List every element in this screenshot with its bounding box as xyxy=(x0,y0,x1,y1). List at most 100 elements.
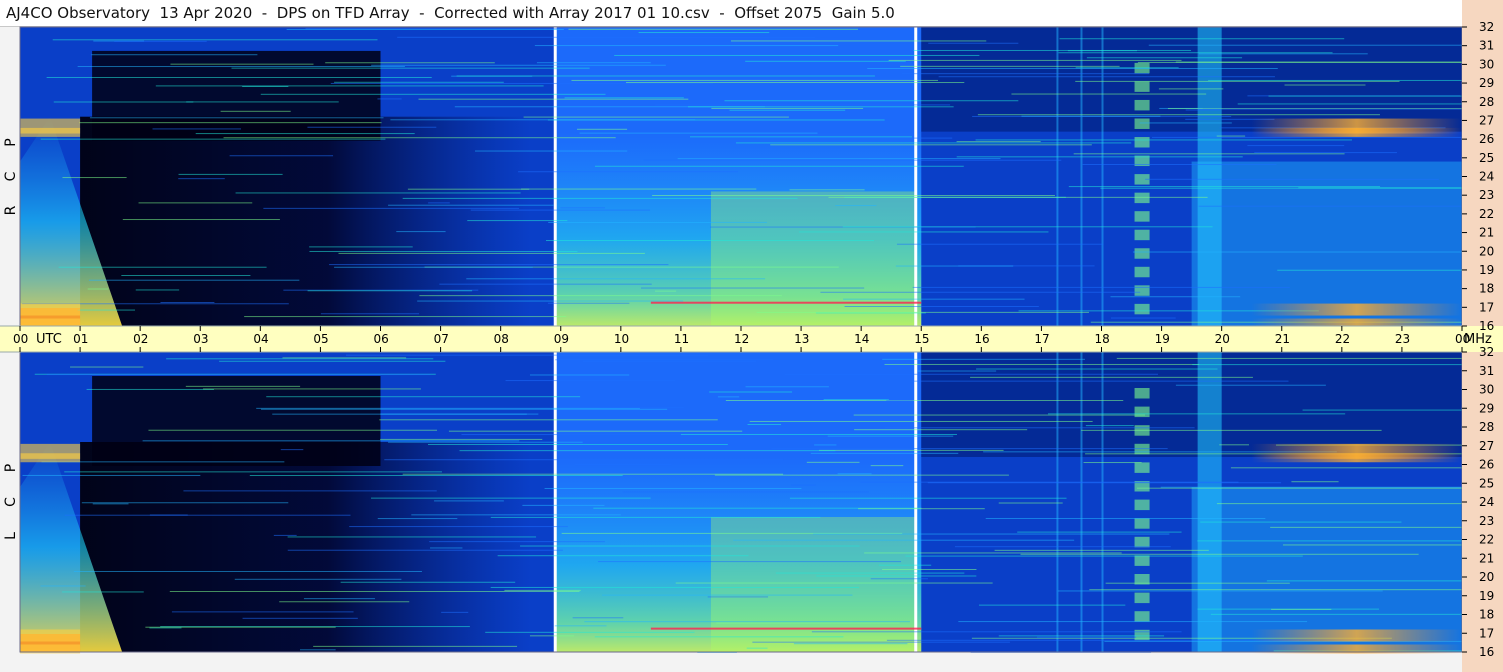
channel-label-letter: L xyxy=(3,532,19,540)
hot-band xyxy=(1251,127,1462,137)
interference-streak xyxy=(320,313,420,315)
dotted-column xyxy=(1134,248,1150,259)
dotted-column xyxy=(1134,518,1150,529)
spectrogram-chart: 00 01 02 03 04 05 06 07 08 09 10 11 12 13 14 15 16 17 18 19… xyxy=(0,20,1503,672)
interference-streak xyxy=(912,286,1290,288)
interference-streak xyxy=(1020,553,1419,555)
dotted-column xyxy=(1134,303,1150,315)
hot-band-left xyxy=(20,303,81,316)
interference-streak xyxy=(86,388,214,390)
channel-label-letter: P xyxy=(3,138,19,146)
interference-streak xyxy=(927,482,1282,484)
interference-streak xyxy=(62,591,144,593)
interference-streak xyxy=(1148,44,1462,46)
interference-streak xyxy=(114,40,207,42)
interference-streak xyxy=(1105,582,1290,584)
interference-streak xyxy=(40,585,86,587)
interference-streak xyxy=(1047,413,1346,415)
freq-tick-label: 18 xyxy=(1479,282,1494,296)
time-tick-label: 10 xyxy=(614,332,629,346)
interference-streak xyxy=(287,536,537,538)
interference-streak xyxy=(522,504,605,506)
interference-streak xyxy=(402,473,784,475)
interference-streak xyxy=(518,171,738,173)
calibration-line xyxy=(914,352,918,652)
channel-label-letter: C xyxy=(3,171,19,181)
channel-label-letter: P xyxy=(3,464,19,472)
interference-streak xyxy=(622,491,869,493)
interference-streak xyxy=(1021,115,1161,117)
time-tick-label: 02 xyxy=(133,332,148,346)
interference-streak xyxy=(1139,122,1232,124)
interference-streak xyxy=(384,459,784,461)
interference-streak xyxy=(680,433,957,435)
time-tick-label: 04 xyxy=(253,332,268,346)
interference-streak xyxy=(334,266,533,268)
interference-streak xyxy=(183,490,437,492)
freq-tick-label: 16 xyxy=(1479,319,1494,333)
freq-tick-label: 19 xyxy=(1479,263,1494,277)
interference-streak xyxy=(1089,589,1462,591)
interference-streak xyxy=(547,302,630,304)
hot-band-left xyxy=(20,453,81,463)
interference-streak xyxy=(900,65,1120,67)
freq-tick-label: 31 xyxy=(1479,364,1494,378)
hot-band-left xyxy=(20,629,81,642)
dotted-column xyxy=(1134,137,1150,148)
freq-tick-label: 27 xyxy=(1479,113,1494,127)
spectrogram-panel-rcp xyxy=(19,26,1463,328)
interference-streak xyxy=(1185,109,1221,111)
interference-streak xyxy=(1192,364,1462,366)
freq-tick-label: 25 xyxy=(1479,476,1494,490)
time-tick-label: 20 xyxy=(1215,332,1230,346)
interference-streak xyxy=(729,109,846,111)
interference-streak xyxy=(1145,178,1439,180)
interference-streak xyxy=(1083,462,1142,464)
interference-streak xyxy=(844,306,1039,308)
interference-streak xyxy=(928,42,1019,44)
interference-streak xyxy=(867,68,1278,70)
freq-tick-label: 32 xyxy=(1479,345,1494,359)
interference-streak xyxy=(1271,608,1332,610)
interference-streak xyxy=(377,98,402,100)
time-tick-label: 22 xyxy=(1335,332,1350,346)
interference-streak xyxy=(555,359,774,361)
interference-streak xyxy=(978,604,1126,606)
interference-streak xyxy=(1284,84,1366,86)
interference-streak xyxy=(1068,186,1381,188)
time-tick-label: 21 xyxy=(1275,332,1290,346)
spectrogram-panel-lcp xyxy=(19,351,1463,654)
interference-streak xyxy=(1075,80,1400,82)
interference-streak xyxy=(1111,317,1176,319)
interference-streak xyxy=(490,516,821,518)
interference-streak xyxy=(733,539,1075,541)
dotted-column xyxy=(1134,555,1150,566)
interference-streak xyxy=(775,572,965,574)
interference-streak xyxy=(756,137,953,139)
interference-streak xyxy=(169,591,580,593)
freq-tick-label: 25 xyxy=(1479,151,1494,165)
time-tick-label: 06 xyxy=(374,332,389,346)
interference-streak xyxy=(998,635,1165,637)
interference-streak xyxy=(756,311,1089,313)
interference-streak xyxy=(816,575,977,577)
interference-streak xyxy=(152,128,241,130)
interference-streak xyxy=(571,79,938,81)
interference-streak xyxy=(1081,429,1382,431)
freq-tick-label: 21 xyxy=(1479,551,1494,565)
interference-streak xyxy=(148,429,438,431)
interference-streak xyxy=(466,278,766,280)
time-tick-label: 12 xyxy=(734,332,749,346)
interference-streak xyxy=(441,611,469,613)
interference-streak xyxy=(784,373,1158,375)
interference-streak xyxy=(814,444,837,446)
interference-streak xyxy=(379,419,718,421)
interference-streak xyxy=(625,82,965,84)
time-tick-label: 07 xyxy=(434,332,449,346)
interference-streak xyxy=(338,252,645,254)
interference-streak xyxy=(380,438,543,440)
interference-streak xyxy=(1266,580,1462,582)
interference-streak xyxy=(560,207,605,209)
interference-streak xyxy=(397,36,816,38)
interference-streak xyxy=(186,101,339,103)
